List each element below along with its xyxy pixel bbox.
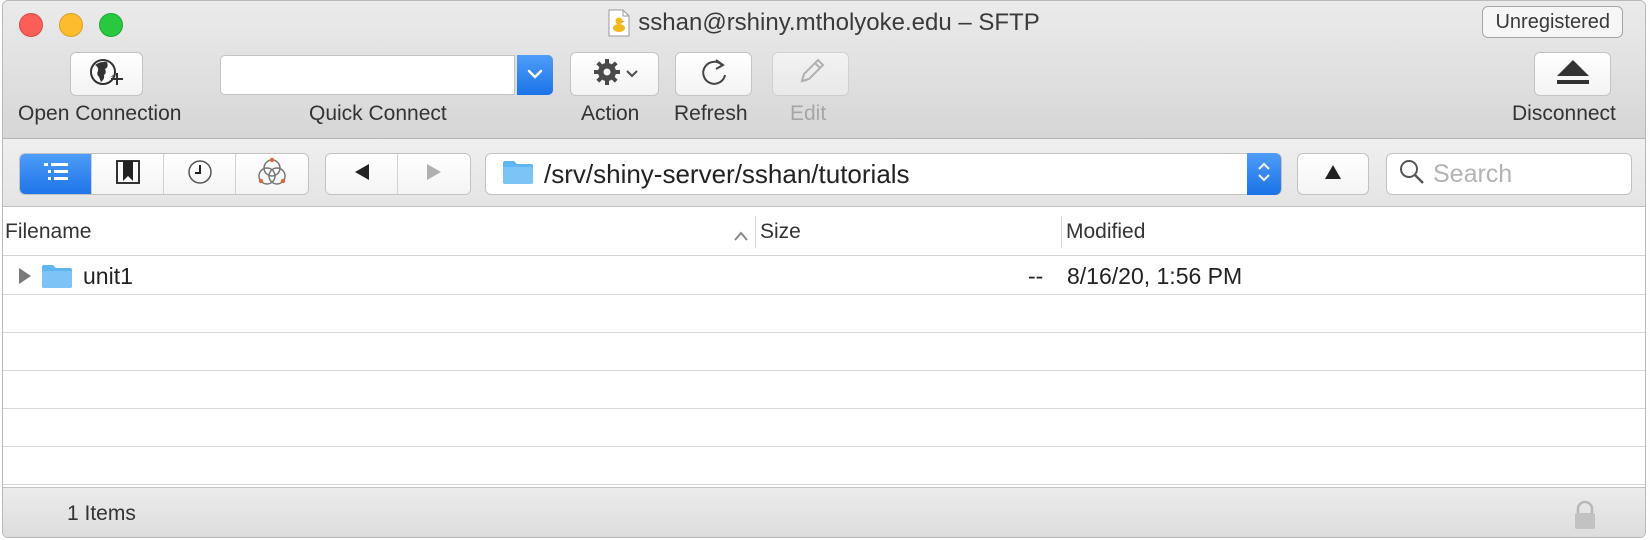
search-input[interactable] (1433, 159, 1623, 189)
current-path: /srv/shiny-server/sshan/tutorials (544, 158, 910, 189)
bookmarks-view-button[interactable] (92, 154, 164, 194)
back-button[interactable] (326, 154, 398, 194)
empty-row (3, 295, 1645, 333)
pencil-icon (794, 55, 828, 94)
row-size: -- (1028, 262, 1044, 289)
bookmarks-icon (115, 159, 141, 190)
back-arrow-icon (353, 163, 371, 186)
column-divider[interactable] (755, 216, 756, 248)
window-title-area: sshan@rshiny.mtholyoke.edu – SFTP (3, 9, 1645, 42)
search-icon (1399, 159, 1425, 190)
row-modified: 8/16/20, 1:56 PM (1067, 262, 1243, 289)
disconnect-button[interactable] (1534, 52, 1611, 96)
status-bar: 1 Items (3, 487, 1645, 537)
browser-view-button[interactable] (20, 154, 92, 194)
column-label-modified: Modified (1066, 220, 1146, 243)
parent-directory-button[interactable] (1297, 153, 1369, 195)
bonjour-icon (257, 157, 287, 192)
browser-icon (42, 160, 70, 189)
up-triangle-icon (1324, 164, 1342, 185)
refresh-icon (698, 55, 730, 94)
action-label: Action (581, 102, 640, 125)
history-icon (186, 158, 214, 191)
gear-icon (592, 57, 622, 92)
navigation-bar: /srv/shiny-server/sshan/tutorials (3, 139, 1645, 207)
lock-icon (1573, 500, 1597, 535)
path-selector[interactable]: /srv/shiny-server/sshan/tutorials (485, 153, 1282, 195)
file-table-header: Filename Size Modified (3, 208, 1645, 256)
up-down-chevron-icon (1257, 160, 1271, 189)
window-title: sshan@rshiny.mtholyoke.edu – SFTP (638, 9, 1040, 36)
forward-arrow-icon (425, 163, 443, 186)
row-filename: unit1 (83, 262, 133, 289)
column-divider[interactable] (1061, 216, 1062, 248)
open-connection-label: Open Connection (18, 102, 182, 125)
column-header-modified[interactable]: Modified (1066, 208, 1626, 256)
column-header-size[interactable]: Size (760, 208, 1060, 256)
history-navigation-control (325, 153, 471, 195)
quick-connect-input[interactable] (220, 55, 515, 95)
path-dropdown-stepper[interactable] (1247, 153, 1281, 195)
sort-ascending-icon (733, 224, 749, 248)
forward-button[interactable] (398, 154, 470, 194)
folder-icon (502, 159, 534, 190)
empty-row (3, 371, 1645, 409)
empty-row (3, 447, 1645, 485)
search-field[interactable] (1386, 153, 1632, 195)
edit-label: Edit (790, 102, 827, 125)
disconnect-label: Disconnect (1512, 102, 1616, 125)
quick-connect-label: Quick Connect (309, 102, 447, 125)
open-connection-button[interactable] (70, 52, 143, 96)
disclosure-triangle-icon[interactable] (17, 257, 33, 295)
duck-document-icon (608, 9, 630, 37)
table-row[interactable]: unit1 -- 8/16/20, 1:56 PM (3, 257, 1645, 295)
empty-row (3, 333, 1645, 371)
quick-connect-dropdown[interactable] (517, 55, 553, 95)
minimize-window-button[interactable] (59, 13, 83, 37)
empty-row (3, 409, 1645, 447)
chevron-down-icon (527, 66, 543, 84)
titlebar-toolbar: sshan@rshiny.mtholyoke.edu – SFTP Unregi… (3, 1, 1645, 139)
refresh-label: Refresh (674, 102, 748, 125)
close-window-button[interactable] (19, 13, 43, 37)
action-button[interactable] (570, 52, 659, 96)
unregistered-button[interactable]: Unregistered (1482, 6, 1623, 38)
eject-icon (1555, 58, 1591, 91)
history-view-button[interactable] (164, 154, 236, 194)
column-header-filename[interactable]: Filename (5, 208, 755, 256)
column-label-filename: Filename (5, 220, 92, 243)
bonjour-view-button[interactable] (236, 154, 308, 194)
folder-icon (41, 257, 73, 295)
edit-button[interactable] (772, 52, 849, 96)
refresh-button[interactable] (675, 52, 752, 96)
column-label-size: Size (760, 220, 801, 243)
globe-plus-icon (87, 55, 127, 94)
view-mode-segmented-control (19, 153, 309, 195)
sftp-window: sshan@rshiny.mtholyoke.edu – SFTP Unregi… (2, 0, 1646, 538)
zoom-window-button[interactable] (99, 13, 123, 37)
small-chevron-down-icon (625, 65, 638, 83)
item-count: 1 Items (67, 502, 136, 525)
